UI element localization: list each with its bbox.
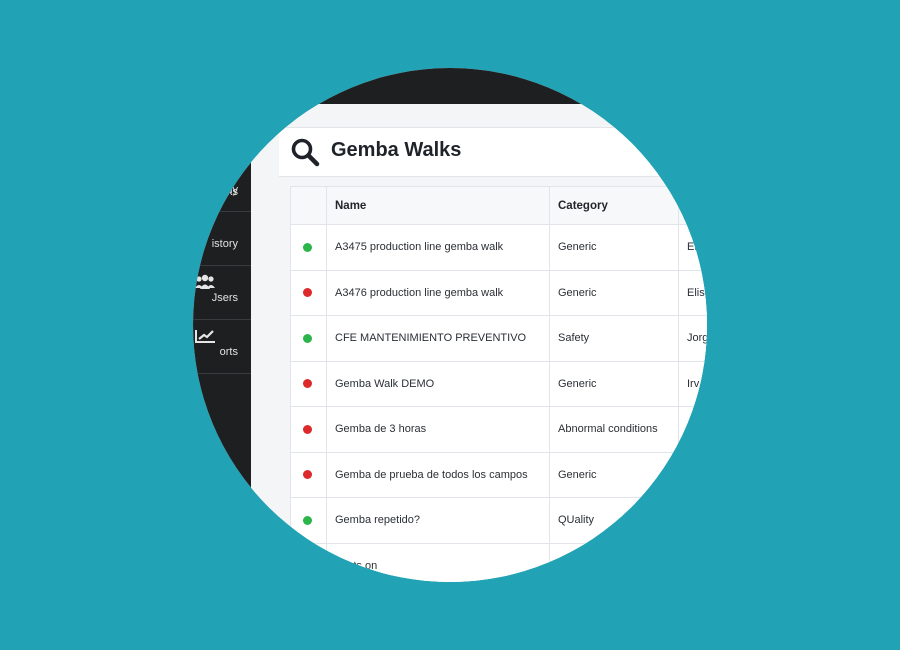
owner-cell: El xyxy=(678,224,707,271)
table-row[interactable]: CFE MANTENIMIENTO PREVENTIVO Safety Jorg xyxy=(290,315,707,362)
table-row[interactable]: A3476 production line gemba walk Generic E… xyxy=(290,269,707,316)
category-cell: Generic xyxy=(549,269,679,316)
category-cell: Generic xyxy=(549,451,679,498)
sidebar-item-label: Jsers xyxy=(211,292,238,304)
sidebar-item-label: istory xyxy=(211,238,238,250)
name-cell: Gemba Walk DEMO xyxy=(326,360,550,407)
status-dot xyxy=(303,333,312,343)
category-cell: Generic xyxy=(549,224,679,271)
owner-cell xyxy=(678,542,707,582)
status-cell xyxy=(290,406,327,453)
name-cell: Gemba repetido? xyxy=(326,497,550,544)
owner-cell xyxy=(678,406,707,453)
table-body: A3475 production line gemba walk Generic E… xyxy=(290,224,707,582)
status-dot xyxy=(303,515,312,525)
table-row[interactable]: Gemba Walk DEMO Generic Irv xyxy=(290,360,707,407)
name-cell: starts on xyxy=(326,542,550,582)
status-cell xyxy=(290,542,327,582)
status-cell xyxy=(290,497,327,544)
name-cell: CFE MANTENIMIENTO PREVENTIVO xyxy=(326,315,550,362)
status-dot xyxy=(303,288,312,298)
status-dot xyxy=(303,424,312,434)
name-cell: Gemba de prueba de todos los campos xyxy=(326,451,550,498)
category-cell: Safety xyxy=(549,315,679,362)
owner-cell xyxy=(678,497,707,544)
column-header-status[interactable] xyxy=(290,186,327,225)
status-cell xyxy=(290,360,327,407)
column-header-category[interactable]: Category xyxy=(549,186,679,225)
table-row[interactable]: A3475 production line gemba walk Generic E… xyxy=(290,224,707,271)
sidebar-item-users[interactable]: Jsers xyxy=(193,266,251,320)
circular-crop: lks pany istory Jsers orts Gemba Walks N… xyxy=(193,68,707,582)
owner-cell: Irv xyxy=(678,360,707,407)
status-cell xyxy=(290,315,327,362)
column-header-owner[interactable] xyxy=(678,186,707,225)
sidebar-item-gemba-walks[interactable]: lks xyxy=(193,104,251,198)
table-row[interactable]: Gemba repetido? QUality xyxy=(290,497,707,544)
sidebar-item-label: orts xyxy=(219,346,238,358)
table-row[interactable]: Gemba de prueba de todos los campos Gener… xyxy=(290,451,707,498)
owner-cell: Elisa xyxy=(678,269,707,316)
status-dot xyxy=(303,470,312,480)
category-cell xyxy=(549,542,679,582)
status-cell xyxy=(290,269,327,316)
name-cell: Gemba de 3 horas xyxy=(326,406,550,453)
category-cell: Abnormal conditions xyxy=(549,406,679,453)
category-cell: Generic xyxy=(549,360,679,407)
sidebar-item-history[interactable]: istory xyxy=(193,212,251,266)
table-row[interactable]: Gemba de 3 horas Abnormal conditions xyxy=(290,406,707,453)
gemba-walks-table: Name Category A3475 production line gemb… xyxy=(290,186,707,582)
sidebar-item-label: pany xyxy=(214,184,238,196)
app-window: lks pany istory Jsers orts Gemba Walks N… xyxy=(193,68,707,582)
column-header-name[interactable]: Name xyxy=(326,186,550,225)
status-cell xyxy=(290,224,327,271)
status-dot xyxy=(303,242,312,252)
status-dot xyxy=(303,379,312,389)
owner-cell: Jorg xyxy=(678,315,707,362)
sidebar-item-reports[interactable]: orts xyxy=(193,320,251,374)
building-icon xyxy=(193,166,219,182)
top-navbar xyxy=(193,68,707,104)
users-icon xyxy=(193,274,219,290)
owner-cell xyxy=(678,451,707,498)
page-title: Gemba Walks xyxy=(331,139,462,161)
sidebar-item-company[interactable]: pany xyxy=(193,158,251,212)
page-header: Gemba Walks xyxy=(279,127,707,177)
history-icon xyxy=(193,220,219,236)
sidebar: lks pany istory Jsers orts xyxy=(193,104,251,582)
search-icon xyxy=(290,137,320,167)
chart-line-icon xyxy=(193,328,219,344)
status-cell xyxy=(290,451,327,498)
table-header-row: Name Category xyxy=(290,186,707,225)
name-cell: A3475 production line gemba walk xyxy=(326,224,550,271)
category-cell: QUality xyxy=(549,497,679,544)
name-cell: A3476 production line gemba walk xyxy=(326,269,550,316)
table-row[interactable]: starts on xyxy=(290,542,707,582)
